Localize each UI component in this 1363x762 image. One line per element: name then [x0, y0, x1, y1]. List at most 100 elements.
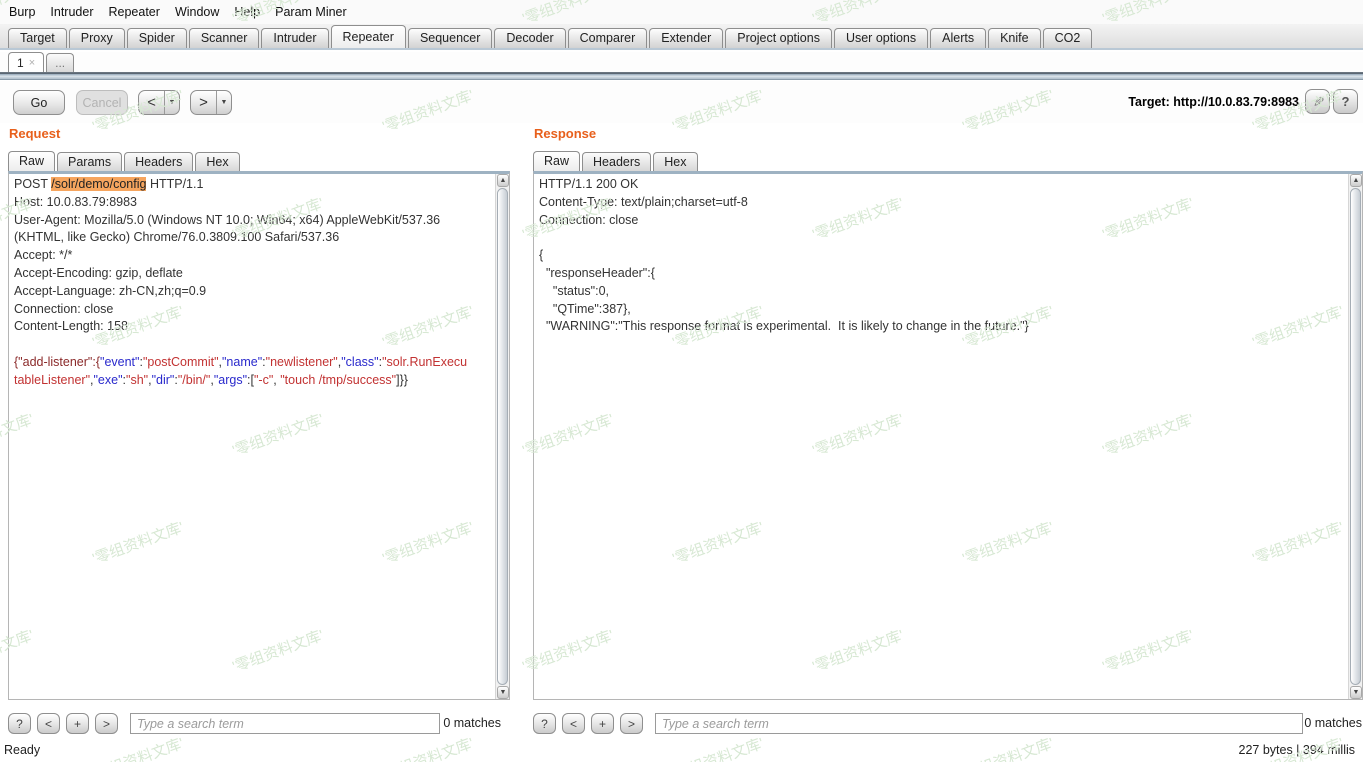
search-help-button[interactable]: ? [8, 713, 31, 734]
prev-request-label: < [147, 94, 156, 111]
tab-repeater[interactable]: Repeater [330, 25, 406, 48]
menu-param-miner[interactable]: Param Miner [275, 5, 347, 19]
response-search-bar: ? < + > 0 matches [533, 712, 1363, 736]
repeater-tab-1-label: 1 [17, 55, 24, 70]
scrollbar-thumb[interactable] [497, 188, 508, 685]
request-tab-bar: Raw Params Headers Hex [8, 151, 242, 172]
search-add-button[interactable]: + [66, 713, 89, 734]
scroll-down-icon[interactable]: ▼ [497, 686, 509, 699]
prev-request-button[interactable]: < ▼ [138, 90, 180, 115]
request-line: POST /solr/demo/config HTTP/1.1 [14, 177, 204, 191]
menu-window[interactable]: Window [175, 5, 219, 19]
target-label: Target: [1128, 95, 1170, 109]
search-help-button[interactable]: ? [533, 713, 556, 734]
tab-target[interactable]: Target [8, 28, 67, 48]
repeater-toolbar: Go Cancel < ▼ > ▼ Target: http://10.0.83… [0, 81, 1363, 123]
search-next-button[interactable]: > [620, 713, 643, 734]
tab-spider[interactable]: Spider [126, 28, 187, 48]
request-line: Connection: close [14, 301, 114, 316]
response-editor-text[interactable]: HTTP/1.1 200 OK Content-Type: text/plain;… [539, 176, 1345, 697]
chevron-down-icon[interactable]: ▼ [164, 91, 179, 114]
response-tab-raw[interactable]: Raw [533, 151, 581, 172]
request-line: Content-Length: 158 [14, 319, 128, 334]
response-line: "WARNING":"This response format is exper… [539, 319, 1029, 334]
request-tab-hex[interactable]: Hex [195, 152, 240, 172]
request-line: Accept: */* [14, 248, 73, 263]
repeater-tab-bar: 1 × ... [0, 52, 1363, 73]
response-line: { [539, 248, 544, 263]
status-bar: Ready 227 bytes | 394 millis [0, 740, 1363, 762]
request-match-count: 0 matches [443, 716, 501, 730]
pencil-icon: ✎ [1309, 95, 1326, 108]
response-line [539, 229, 1345, 247]
tab-co2[interactable]: CO2 [1042, 28, 1093, 48]
scroll-up-icon[interactable]: ▲ [497, 174, 509, 187]
response-panel-title: Response [534, 126, 597, 141]
response-line: Content-Type: text/plain;charset=utf-8 [539, 194, 748, 209]
request-line: User-Agent: Mozilla/5.0 (Windows NT 10.0… [14, 212, 441, 227]
tab-alerts[interactable]: Alerts [930, 28, 987, 48]
tab-user-options[interactable]: User options [833, 28, 929, 48]
next-request-label: > [199, 94, 208, 111]
menu-burp[interactable]: Burp [9, 5, 35, 19]
search-add-button[interactable]: + [591, 713, 614, 734]
next-request-button[interactable]: > ▼ [190, 90, 232, 115]
request-line: Accept-Encoding: gzip, deflate [14, 265, 183, 280]
menu-help[interactable]: Help [234, 5, 260, 19]
tab-scanner[interactable]: Scanner [188, 28, 260, 48]
tab-proxy[interactable]: Proxy [68, 28, 125, 48]
request-search-bar: ? < + > 0 matches [8, 712, 502, 736]
response-line: Connection: close [539, 212, 639, 227]
horizontal-splitter[interactable] [0, 73, 1363, 80]
response-editor[interactable]: HTTP/1.1 200 OK Content-Type: text/plain;… [533, 171, 1363, 700]
response-line: HTTP/1.1 200 OK [539, 177, 639, 191]
request-tab-params[interactable]: Params [57, 152, 123, 172]
repeater-tab-1[interactable]: 1 × [8, 52, 45, 72]
search-prev-button[interactable]: < [37, 713, 60, 734]
response-search-input[interactable] [655, 713, 1303, 734]
go-button[interactable]: Go [13, 90, 65, 115]
response-line: "responseHeader":{ [539, 265, 655, 280]
request-editor-text[interactable]: POST /solr/demo/config HTTP/1.1 Host: 10.… [14, 176, 492, 697]
tab-knife[interactable]: Knife [988, 28, 1041, 48]
scroll-down-icon[interactable]: ▼ [1350, 686, 1362, 699]
response-tab-bar: Raw Headers Hex [533, 151, 700, 172]
search-prev-button[interactable]: < [562, 713, 585, 734]
response-scrollbar[interactable]: ▲ ▼ [1348, 174, 1362, 699]
search-next-button[interactable]: > [95, 713, 118, 734]
menu-intruder[interactable]: Intruder [50, 5, 93, 19]
scroll-up-icon[interactable]: ▲ [1350, 174, 1362, 187]
request-line: Host: 10.0.83.79:8983 [14, 194, 138, 209]
request-tab-raw[interactable]: Raw [8, 151, 56, 172]
main-tab-bar: Target Proxy Spider Scanner Intruder Rep… [0, 24, 1363, 50]
chevron-down-icon[interactable]: ▼ [216, 91, 231, 114]
request-line: Accept-Language: zh-CN,zh;q=0.9 [14, 283, 207, 298]
request-scrollbar[interactable]: ▲ ▼ [495, 174, 509, 699]
response-line: "QTime":387}, [539, 301, 631, 316]
request-tab-headers[interactable]: Headers [124, 152, 194, 172]
tab-extender[interactable]: Extender [649, 28, 724, 48]
close-tab-icon[interactable]: × [29, 54, 35, 72]
menu-bar: Burp Intruder Repeater Window Help Param… [0, 0, 1363, 24]
request-search-input[interactable] [130, 713, 440, 734]
repeater-tab-more[interactable]: ... [46, 53, 75, 72]
cancel-button[interactable]: Cancel [76, 90, 128, 115]
request-panel-title: Request [9, 126, 61, 141]
tab-project-options[interactable]: Project options [725, 28, 832, 48]
status-text: Ready [4, 743, 41, 757]
edit-target-button[interactable]: ✎ [1305, 89, 1330, 114]
tab-intruder[interactable]: Intruder [261, 28, 329, 48]
target-display: Target: http://10.0.83.79:8983 [1128, 95, 1299, 109]
tab-decoder[interactable]: Decoder [494, 28, 566, 48]
request-editor[interactable]: POST /solr/demo/config HTTP/1.1 Host: 10.… [8, 171, 510, 700]
tab-comparer[interactable]: Comparer [567, 28, 648, 48]
target-url: http://10.0.83.79:8983 [1173, 95, 1299, 109]
request-line: (KHTML, like Gecko) Chrome/76.0.3809.100… [14, 230, 340, 245]
scrollbar-thumb[interactable] [1350, 188, 1361, 685]
help-button[interactable]: ? [1333, 89, 1358, 114]
response-tab-hex[interactable]: Hex [653, 152, 698, 172]
menu-repeater[interactable]: Repeater [109, 5, 160, 19]
response-tab-headers[interactable]: Headers [582, 152, 652, 172]
request-line [14, 336, 492, 354]
tab-sequencer[interactable]: Sequencer [407, 28, 493, 48]
